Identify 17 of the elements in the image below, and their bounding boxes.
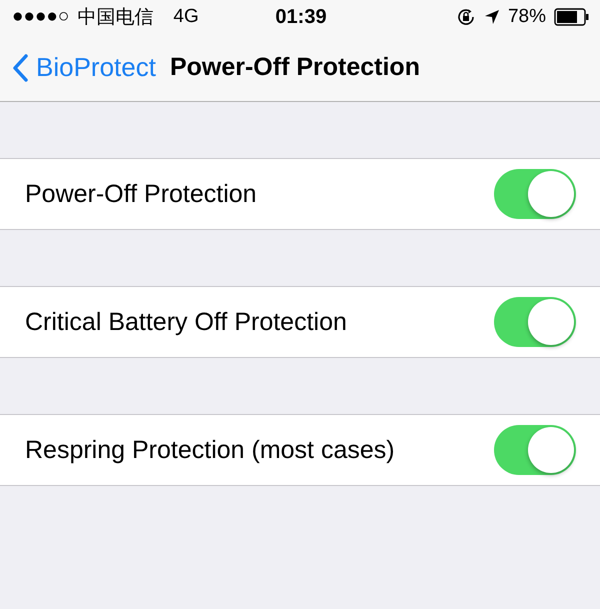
location-arrow-icon bbox=[484, 9, 500, 25]
back-button[interactable]: BioProtect bbox=[12, 52, 156, 83]
rotation-lock-icon bbox=[456, 7, 476, 27]
toggle-switch[interactable] bbox=[494, 297, 576, 347]
toggle-switch[interactable] bbox=[494, 169, 576, 219]
screen-title: Power-Off Protection bbox=[170, 53, 420, 82]
toggle-switch[interactable] bbox=[494, 425, 576, 475]
setting-label: Critical Battery Off Protection bbox=[25, 308, 347, 336]
signal-strength: ●●●●○ bbox=[12, 6, 70, 28]
carrier-name: 中国电信 bbox=[77, 6, 154, 30]
battery-icon bbox=[554, 8, 590, 26]
setting-label: Power-Off Protection bbox=[25, 180, 257, 208]
clock-time: 01:39 bbox=[275, 6, 327, 28]
back-chevron-icon bbox=[12, 54, 28, 82]
battery-percentage: 78% bbox=[508, 6, 546, 28]
setting-label: Respring Protection (most cases) bbox=[25, 436, 395, 464]
network-type: 4G bbox=[173, 6, 199, 28]
